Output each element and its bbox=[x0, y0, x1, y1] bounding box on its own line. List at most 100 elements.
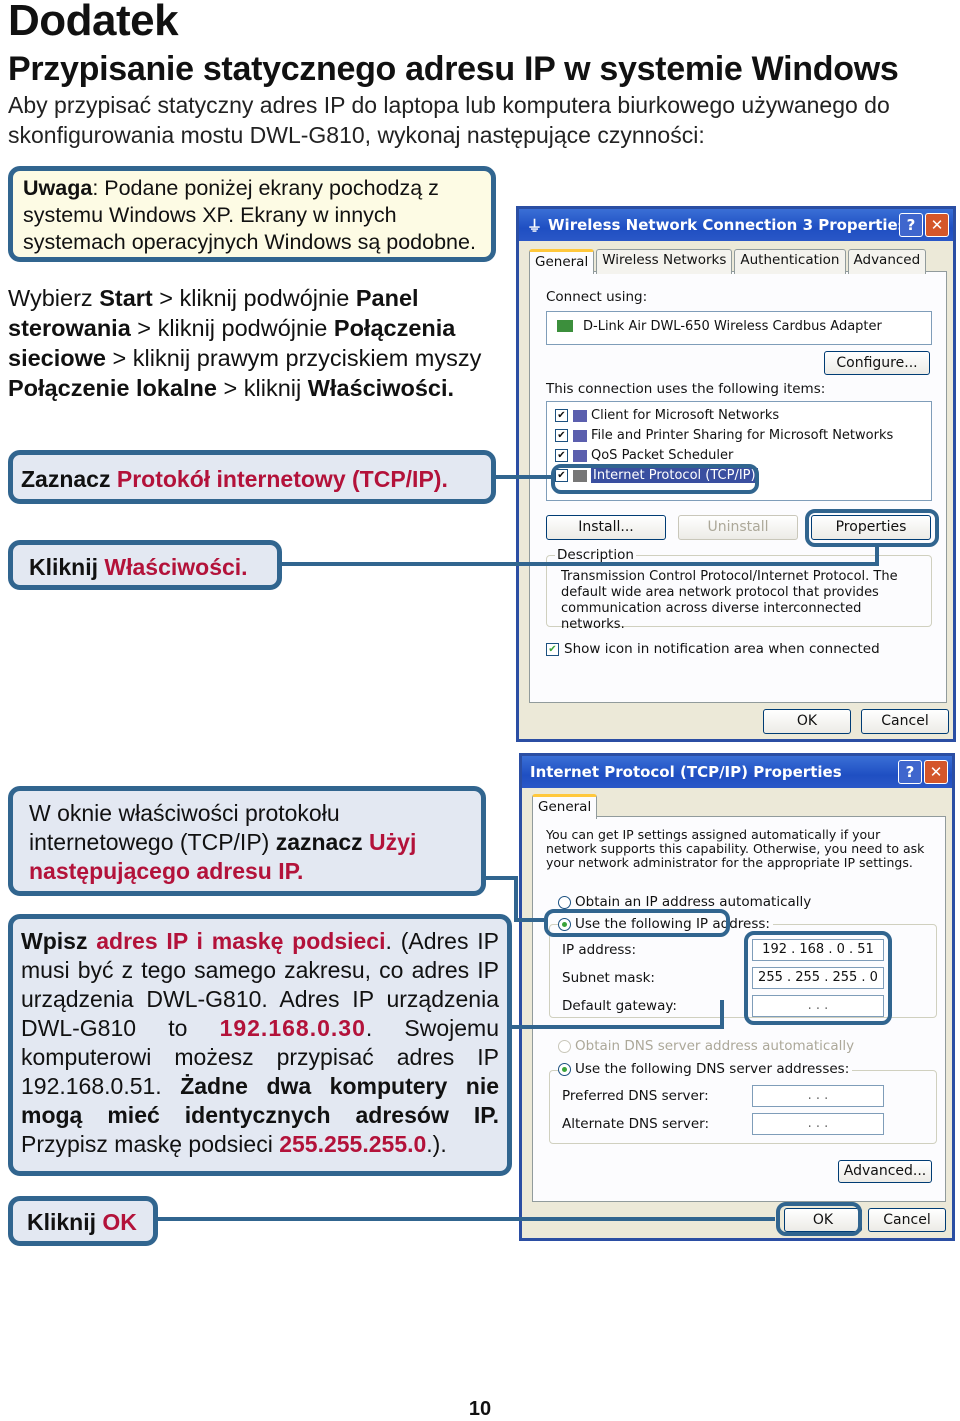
callout-enter-ip: Wpisz adres IP i maskę podsieci. (Adres … bbox=[8, 914, 512, 1176]
cancel-button[interactable]: Cancel bbox=[868, 1208, 946, 1232]
text: Kliknij bbox=[29, 554, 105, 580]
subnet-mask-label: Subnet mask: bbox=[562, 970, 655, 986]
radio-label: Obtain DNS server address automatically bbox=[575, 1038, 855, 1054]
highlight-ok bbox=[776, 1202, 862, 1236]
item-label: Client for Microsoft Networks bbox=[591, 408, 780, 423]
callout-use-ip: W oknie właściwości protokołu internetow… bbox=[8, 786, 486, 896]
obtain-dns-auto-option[interactable]: Obtain DNS server address automatically bbox=[558, 1038, 854, 1054]
text: > kliknij podwójnie bbox=[130, 315, 334, 341]
radio[interactable] bbox=[558, 895, 571, 909]
callout-click-ok: Kliknij OK bbox=[8, 1196, 158, 1246]
note-box: Uwaga: Podane poniżej ekrany pochodzą z … bbox=[8, 166, 496, 262]
text: 192.168.0.30 bbox=[219, 1015, 366, 1041]
radio[interactable] bbox=[558, 1062, 571, 1076]
text: zaznacz bbox=[275, 829, 370, 855]
adapter-field: D-Link Air DWL-650 Wireless Cardbus Adap… bbox=[546, 311, 932, 345]
tab-general[interactable]: General bbox=[532, 794, 598, 819]
text: Przypisz maskę podsieci bbox=[21, 1131, 280, 1157]
obtain-ip-auto-option[interactable]: Obtain an IP address automatically bbox=[558, 894, 811, 910]
ok-button[interactable]: OK bbox=[763, 709, 851, 734]
list-item[interactable]: ✔ Client for Microsoft Networks bbox=[555, 406, 893, 426]
preferred-dns-input[interactable]: . . . bbox=[752, 1085, 884, 1107]
alternate-dns-label: Alternate DNS server: bbox=[562, 1116, 710, 1132]
connector-line bbox=[875, 543, 879, 566]
adapter-icon bbox=[557, 320, 573, 332]
show-icon-option[interactable]: ✔ Show icon in notification area when con… bbox=[546, 641, 880, 657]
text: OK bbox=[102, 1209, 137, 1235]
checkbox[interactable]: ✔ bbox=[546, 642, 559, 656]
connector-line bbox=[496, 475, 551, 479]
item-label: QoS Packet Scheduler bbox=[591, 448, 734, 463]
note-label: Uwaga bbox=[23, 176, 93, 200]
steps-text: Wybierz Start > kliknij podwójnie Panel … bbox=[8, 283, 498, 403]
connector-line bbox=[720, 1000, 724, 1029]
network-icon: ⏚ bbox=[527, 216, 543, 235]
callout-select-tcp: Zaznacz Protokół internetowy (TCP/IP). bbox=[8, 450, 496, 504]
close-icon[interactable]: ✕ bbox=[924, 760, 948, 784]
text: Połączenie lokalne bbox=[8, 375, 217, 401]
callout-click-properties: Kliknij Właściwości. bbox=[8, 540, 282, 590]
checkbox[interactable]: ✔ bbox=[555, 409, 568, 422]
items-label: This connection uses the following items… bbox=[546, 381, 826, 397]
text: Wpisz bbox=[21, 928, 97, 954]
section-title: Przypisanie statycznego adresu IP w syst… bbox=[8, 50, 899, 88]
list-item[interactable]: ✔ QoS Packet Scheduler bbox=[555, 446, 893, 466]
cancel-button[interactable]: Cancel bbox=[861, 709, 949, 734]
text: 255.255.255.0 bbox=[279, 1131, 427, 1157]
list-item[interactable]: ✔ File and Printer Sharing for Microsoft … bbox=[555, 426, 893, 446]
show-icon-label: Show icon in notification area when conn… bbox=[564, 641, 880, 657]
connector-line bbox=[514, 876, 518, 920]
help-icon[interactable]: ? bbox=[898, 760, 922, 784]
dialog-connection-properties: ⏚ Wireless Network Connection 3 Properti… bbox=[516, 206, 956, 742]
connector-line bbox=[514, 918, 544, 922]
text: > kliknij bbox=[216, 375, 308, 401]
sharing-icon bbox=[573, 429, 587, 442]
text: Właściwości. bbox=[104, 554, 248, 580]
tab-authentication[interactable]: Authentication bbox=[734, 249, 846, 274]
highlight-tcp-item bbox=[551, 464, 759, 494]
checkbox[interactable]: ✔ bbox=[555, 429, 568, 442]
highlight-use-ip bbox=[544, 909, 730, 937]
description-label: Description bbox=[555, 547, 636, 563]
connector-line bbox=[486, 876, 516, 880]
tab-bar: General Wireless Networks Authentication… bbox=[529, 249, 928, 274]
alternate-dns-input[interactable]: . . . bbox=[752, 1113, 884, 1135]
dialog-titlebar: Internet Protocol (TCP/IP) Properties ? … bbox=[522, 756, 952, 788]
page-title: Dodatek bbox=[8, 0, 179, 45]
configure-button[interactable]: Configure... bbox=[824, 351, 930, 375]
qos-icon bbox=[573, 449, 587, 462]
advanced-button[interactable]: Advanced... bbox=[838, 1160, 932, 1183]
use-following-dns-option[interactable]: Use the following DNS server addresses: bbox=[558, 1061, 853, 1077]
radio-label: Obtain an IP address automatically bbox=[575, 894, 812, 910]
info-text: You can get IP settings assigned automat… bbox=[546, 827, 925, 870]
connect-using-label: Connect using: bbox=[546, 289, 648, 305]
tab-general[interactable]: General bbox=[529, 249, 595, 274]
text: Wybierz bbox=[8, 285, 100, 311]
connector-line bbox=[512, 1025, 724, 1029]
tab-advanced[interactable]: Advanced bbox=[847, 249, 927, 274]
text: Kliknij bbox=[27, 1209, 103, 1235]
client-icon bbox=[573, 409, 587, 422]
preferred-dns-label: Preferred DNS server: bbox=[562, 1088, 709, 1104]
text: > kliknij prawym przyciskiem myszy bbox=[105, 345, 482, 371]
text: Start bbox=[99, 285, 153, 311]
adapter-name: D-Link Air DWL-650 Wireless Cardbus Adap… bbox=[583, 319, 882, 334]
uninstall-button[interactable]: Uninstall bbox=[678, 515, 798, 540]
ip-address-label: IP address: bbox=[562, 942, 636, 958]
text: Protokół internetowy (TCP/IP). bbox=[116, 466, 448, 492]
highlight-ip-fields bbox=[744, 931, 892, 1025]
text: Właściwości. bbox=[307, 375, 455, 401]
radio-label: Use the following DNS server addresses: bbox=[575, 1061, 850, 1077]
text: Zaznacz bbox=[21, 466, 117, 492]
dialog-tcpip-properties: Internet Protocol (TCP/IP) Properties ? … bbox=[519, 753, 955, 1241]
close-icon[interactable]: ✕ bbox=[925, 213, 949, 237]
help-icon[interactable]: ? bbox=[899, 213, 923, 237]
dialog-titlebar: ⏚ Wireless Network Connection 3 Properti… bbox=[519, 209, 953, 241]
install-button[interactable]: Install... bbox=[546, 515, 666, 540]
connector-line bbox=[282, 562, 878, 566]
text: > kliknij podwójnie bbox=[152, 285, 356, 311]
dialog-title: Internet Protocol (TCP/IP) Properties bbox=[530, 763, 842, 781]
radio[interactable] bbox=[558, 1039, 571, 1053]
tab-wireless-networks[interactable]: Wireless Networks bbox=[596, 249, 733, 274]
checkbox[interactable]: ✔ bbox=[555, 449, 568, 462]
